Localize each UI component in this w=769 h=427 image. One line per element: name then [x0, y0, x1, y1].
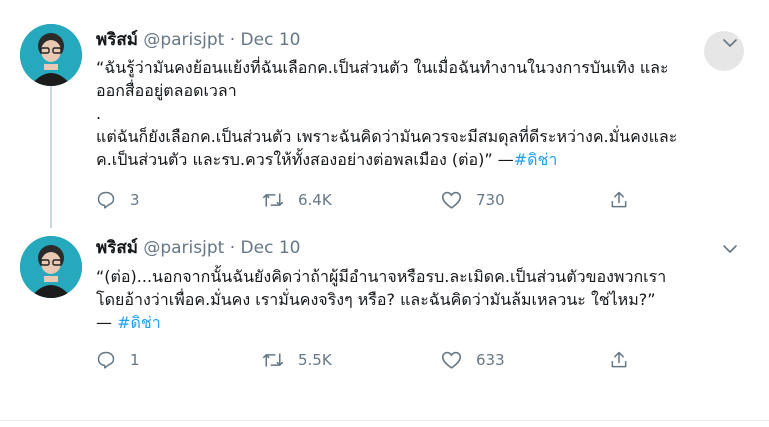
share-button[interactable] — [609, 188, 643, 212]
reply-count: 1 — [130, 351, 140, 369]
reply-icon — [97, 191, 115, 209]
tweet-actions: 3 6.4K 730 — [96, 188, 656, 212]
retweet-count: 6.4K — [298, 191, 332, 209]
avatar[interactable] — [20, 24, 82, 86]
retweet-button[interactable]: 5.5K — [262, 348, 332, 372]
tweet-menu-button[interactable] — [719, 32, 741, 54]
share-icon — [611, 191, 627, 208]
tweet-header: พริสม์ @parisjpt · Dec 10 — [96, 237, 300, 259]
tweet-text-line: โดยอ้างว่าเพื่อค.มั่นคง เรามั่นคงจริงๆ ห… — [96, 290, 656, 309]
avatar[interactable] — [20, 236, 82, 298]
tweet-date[interactable]: Dec 10 — [241, 30, 301, 50]
retweet-button[interactable]: 6.4K — [262, 188, 332, 212]
tweet-text: “ฉันรู้ว่ามันคงย้อนแย้งที่ฉันเลือกค.เป็น… — [96, 56, 746, 171]
author-handle[interactable]: @parisjpt — [143, 30, 224, 50]
like-icon — [441, 191, 462, 209]
like-count: 730 — [476, 191, 505, 209]
separator: · — [229, 30, 236, 50]
like-button[interactable]: 730 — [441, 188, 505, 212]
tweet-menu-button[interactable] — [719, 238, 741, 260]
share-icon — [611, 351, 627, 368]
separator: · — [229, 238, 236, 258]
share-button[interactable] — [609, 348, 643, 372]
author-name[interactable]: พริสม์ — [96, 30, 138, 50]
reply-button[interactable]: 3 — [96, 188, 140, 212]
tweet-header: พริสม์ @parisjpt · Dec 10 — [96, 29, 300, 51]
like-button[interactable]: 633 — [441, 348, 505, 372]
tweet-actions: 1 5.5K 633 — [96, 348, 656, 372]
reply-button[interactable]: 1 — [96, 348, 140, 372]
chevron-down-icon — [723, 244, 737, 253]
tweet-date[interactable]: Dec 10 — [241, 238, 301, 258]
author-handle[interactable]: @parisjpt — [143, 238, 224, 258]
author-name[interactable]: พริสม์ — [96, 238, 138, 258]
tweet-text: “(ต่อ)...นอกจากนั้นฉันยังคิดว่าถ้าผู้มีอ… — [96, 265, 746, 334]
reply-count: 3 — [130, 191, 140, 209]
tweet-text-line: “ฉันรู้ว่ามันคงย้อนแย้งที่ฉันเลือกค.เป็น… — [96, 58, 669, 77]
like-icon — [441, 351, 462, 369]
tweet-text-line: ออกสื่ออยู่ตลอดเวลา — [96, 81, 237, 100]
tweet-text-line: “(ต่อ)...นอกจากนั้นฉันยังคิดว่าถ้าผู้มีอ… — [96, 267, 667, 286]
tweet-text-line: . — [96, 104, 102, 123]
chevron-down-icon — [723, 38, 737, 47]
retweet-icon — [262, 353, 284, 367]
tweet[interactable]: พริสม์ @parisjpt · Dec 10 “ฉันรู้ว่ามันค… — [0, 0, 769, 230]
tweet-text-line: แต่ฉันก็ยังเลือกค.เป็นส่วนตัว เพราะฉันคิ… — [96, 127, 678, 146]
tweet[interactable]: พริสม์ @parisjpt · Dec 10 “(ต่อ)...นอกจา… — [0, 230, 769, 420]
retweet-icon — [262, 193, 284, 207]
retweet-count: 5.5K — [298, 351, 332, 369]
like-count: 633 — [476, 351, 505, 369]
tweet-text-line: ค.เป็นส่วนตัว และรบ.ควรให้ทั้งสองอย่างต่… — [96, 150, 514, 169]
tweet-text-line: — — [96, 313, 118, 332]
reply-icon — [97, 351, 115, 369]
feed-divider — [0, 420, 769, 421]
hashtag-link[interactable]: #ดิช่า — [117, 313, 161, 332]
hashtag-link[interactable]: #ดิช่า — [514, 150, 558, 169]
